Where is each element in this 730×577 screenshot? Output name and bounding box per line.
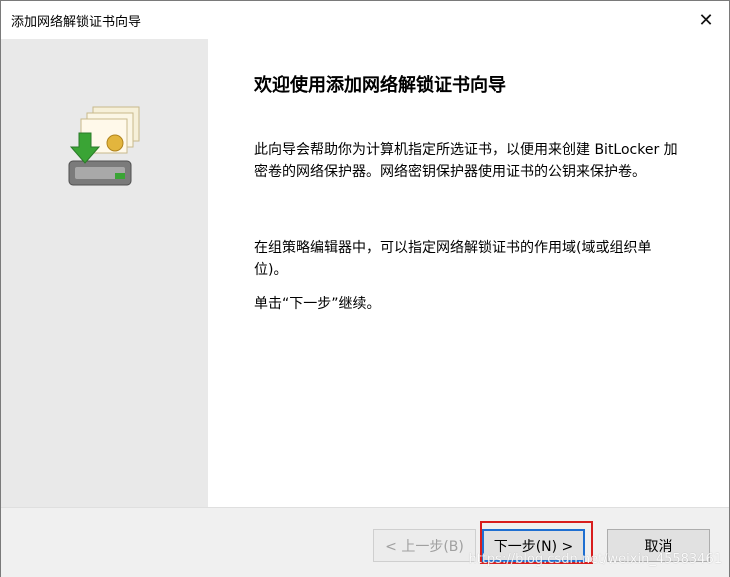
description-paragraph-2: 在组策略编辑器中，可以指定网络解锁证书的作用域(域或组织单位)。 bbox=[254, 240, 652, 278]
close-button[interactable]: ✕ bbox=[683, 1, 729, 39]
wizard-content: 欢迎使用添加网络解锁证书向导 此向导会帮助你为计算机指定所选证书，以便用来创建 … bbox=[208, 39, 729, 507]
title-bar: 添加网络解锁证书向导 ✕ bbox=[1, 1, 729, 39]
description-paragraph-3: 单击“下一步”继续。 bbox=[254, 296, 381, 312]
wizard-side-panel bbox=[1, 39, 208, 507]
wizard-window: 添加网络解锁证书向导 ✕ 欢迎使用添加网络解锁证书向导 此向导会帮助你为计算机指… bbox=[0, 0, 730, 577]
window-title: 添加网络解锁证书向导 bbox=[11, 15, 142, 30]
certificate-computer-icon bbox=[68, 106, 140, 186]
page-title: 欢迎使用添加网络解锁证书向导 bbox=[254, 75, 506, 96]
watermark: https://blog.csdn.net/weixin_45583461 bbox=[468, 552, 722, 567]
description-paragraph-1: 此向导会帮助你为计算机指定所选证书，以便用来创建 BitLocker 加密卷的网… bbox=[254, 142, 678, 180]
close-icon: ✕ bbox=[698, 9, 714, 31]
back-button[interactable]: < 上一步(B) bbox=[373, 529, 476, 562]
